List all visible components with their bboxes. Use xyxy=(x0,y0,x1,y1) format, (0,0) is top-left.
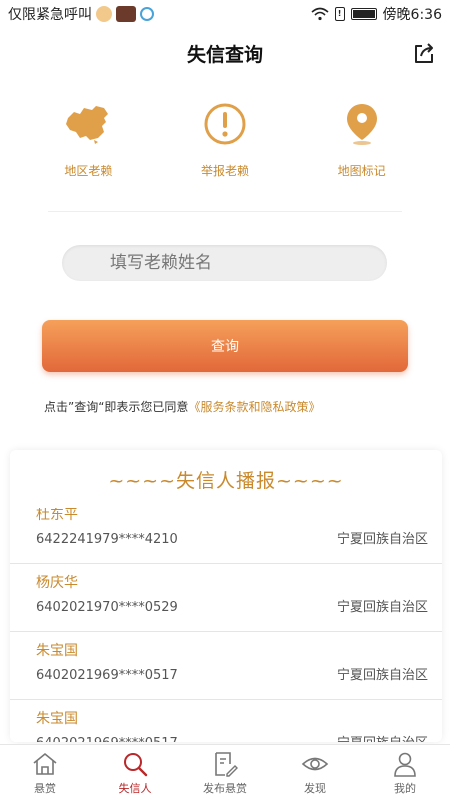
tab-defaulters[interactable]: 失信人 xyxy=(90,745,180,800)
edit-document-icon xyxy=(215,751,238,777)
status-bar: 仅限紧急呼叫 ! 傍晚6:36 xyxy=(0,0,450,28)
defaulter-id: 6402021969****0517 xyxy=(36,668,178,683)
search-icon xyxy=(124,752,148,776)
tab-discover[interactable]: 发现 xyxy=(270,745,360,800)
feature-region-defaulters[interactable]: 地区老赖 xyxy=(33,100,143,190)
share-icon[interactable] xyxy=(412,41,436,65)
feature-label-map: 地图标记 xyxy=(337,164,386,178)
tab-post-bounty[interactable]: 发布悬赏 xyxy=(180,745,270,800)
list-item[interactable]: 朱宝国 6402021969****0517 宁夏回族自治区 xyxy=(10,632,442,700)
status-right: ! 傍晚6:36 xyxy=(311,4,442,24)
defaulter-region: 宁夏回族自治区 xyxy=(336,532,428,547)
house-icon xyxy=(33,752,57,775)
battery-icon xyxy=(350,8,377,20)
tab-bounty[interactable]: 悬赏 xyxy=(0,745,90,800)
carrier-text: 仅限紧急呼叫 xyxy=(8,7,92,23)
status-left: 仅限紧急呼叫 xyxy=(8,4,154,24)
tab-label: 失信人 xyxy=(118,781,152,795)
defaulter-region: 宁夏回族自治区 xyxy=(336,668,428,683)
agreement-text: 点击”查询“即表示您已同意《服务条款和隐私政策》 xyxy=(44,398,424,415)
feature-row: 地区老赖 举报老赖 地图标记 xyxy=(0,100,450,190)
tab-label: 我的 xyxy=(394,781,416,795)
defaulter-id: 6402021969****0517 xyxy=(36,732,178,742)
defaulter-name: 杜东平 xyxy=(36,508,78,523)
bottom-tab-bar: 悬赏 失信人 发布悬赏 发现 我的 xyxy=(0,744,450,800)
tab-mine[interactable]: 我的 xyxy=(360,745,450,800)
list-item[interactable]: 朱宝国 6402021969****0517 宁夏回族自治区 xyxy=(10,700,442,742)
sync-notification-icon xyxy=(140,7,154,21)
defaulter-name: 朱宝国 xyxy=(36,643,78,659)
tab-label: 发现 xyxy=(304,781,326,795)
defaulter-name-input[interactable] xyxy=(62,245,387,281)
tab-label: 发布悬赏 xyxy=(203,781,247,795)
header: 失信查询 xyxy=(0,28,450,78)
sim-alert-icon: ! xyxy=(334,7,345,21)
divider xyxy=(48,211,402,212)
china-map-icon xyxy=(64,100,112,148)
defaulter-broadcast-card: ~~~~失信人播报~~~~ 杜东平 6422241979****4210 宁夏回… xyxy=(10,450,442,742)
terms-privacy-link[interactable]: 《服务条款和隐私政策》 xyxy=(188,400,320,414)
eye-icon xyxy=(301,757,329,770)
list-item[interactable]: 杨庆华 6402021970****0529 宁夏回族自治区 xyxy=(10,564,442,632)
feature-report-defaulter[interactable]: 举报老赖 xyxy=(170,100,280,190)
user-icon xyxy=(394,752,416,777)
feature-map-mark[interactable]: 地图标记 xyxy=(307,100,417,190)
tab-label: 悬赏 xyxy=(34,781,56,795)
status-time: 傍晚6:36 xyxy=(382,7,442,23)
defaulter-name: 杨庆华 xyxy=(36,575,78,591)
wifi-icon xyxy=(311,7,329,21)
defaulter-name: 朱宝国 xyxy=(36,711,78,727)
agreement-prefix: 点击”查询“即表示您已同意 xyxy=(44,400,189,414)
app-notification-icon xyxy=(116,6,136,22)
query-button[interactable]: 查询 xyxy=(42,320,408,372)
defaulter-region: 宁夏回族自治区 xyxy=(336,600,428,615)
emoji-notification-icon xyxy=(96,6,112,22)
location-pin-icon xyxy=(338,100,386,148)
feature-label-report: 举报老赖 xyxy=(200,164,249,178)
list-item[interactable]: 杜东平 6422241979****4210 宁夏回族自治区 xyxy=(10,508,442,564)
broadcast-title: ~~~~失信人播报~~~~ xyxy=(108,469,344,492)
page-title: 失信查询 xyxy=(186,43,263,66)
defaulter-id: 6422241979****4210 xyxy=(36,532,178,547)
feature-label-region: 地区老赖 xyxy=(64,164,113,178)
defaulter-id: 6402021970****0529 xyxy=(36,600,178,615)
broadcast-list[interactable]: 杜东平 6422241979****4210 宁夏回族自治区 杨庆华 64020… xyxy=(10,508,442,742)
exclamation-circle-icon xyxy=(201,100,249,148)
defaulter-region: 宁夏回族自治区 xyxy=(337,732,428,742)
